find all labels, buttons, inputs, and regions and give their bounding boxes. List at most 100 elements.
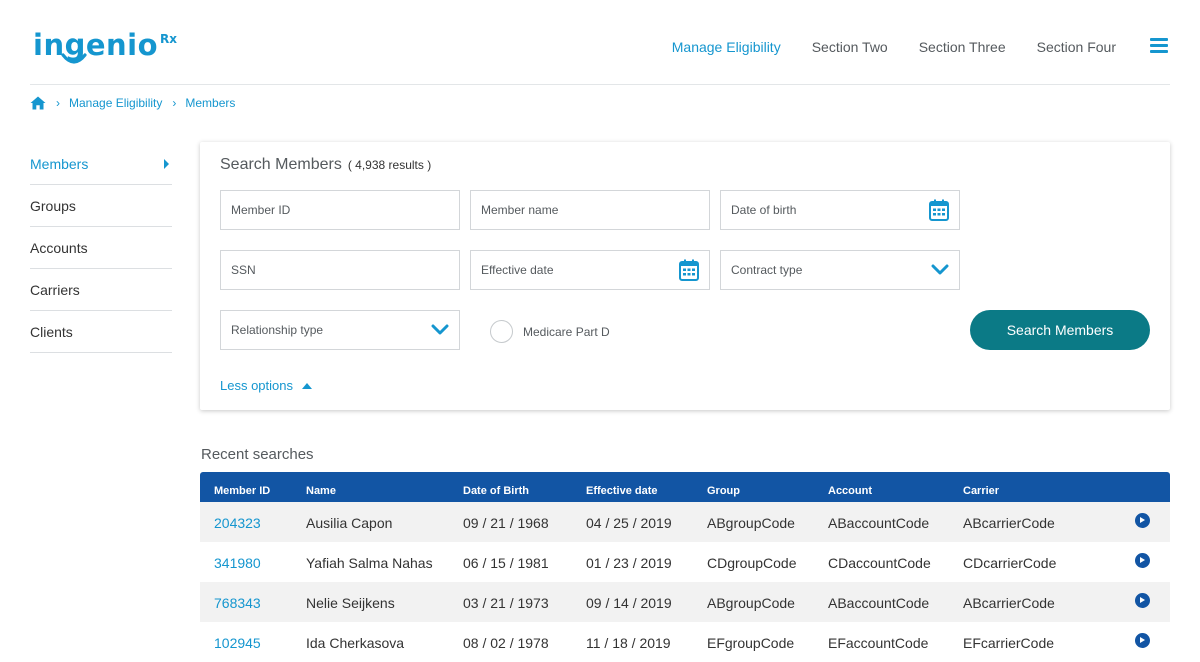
search-members-button[interactable]: Search Members bbox=[970, 310, 1150, 350]
carrier-cell: ABcarrierCode bbox=[963, 515, 1055, 531]
contract-type-placeholder: Contract type bbox=[731, 263, 803, 277]
sidebar-item-label: Groups bbox=[30, 197, 76, 214]
ssn-field[interactable]: SSN bbox=[220, 250, 460, 290]
breadcrumb: › Manage Eligibility › Members bbox=[30, 96, 235, 110]
search-title: Search Members bbox=[220, 156, 342, 173]
breadcrumb-manage-eligibility[interactable]: Manage Eligibility bbox=[69, 96, 162, 110]
sidebar-item-label: Members bbox=[30, 155, 89, 172]
recent-searches-title: Recent searches bbox=[201, 446, 314, 463]
account-cell: ABaccountCode bbox=[828, 595, 930, 611]
effective-date-cell: 01 / 23 / 2019 bbox=[586, 555, 672, 571]
group-cell: CDgroupCode bbox=[707, 555, 797, 571]
logo-smile-icon bbox=[61, 53, 87, 64]
member-id-placeholder: Member ID bbox=[231, 203, 291, 217]
effective-date-placeholder: Effective date bbox=[481, 263, 554, 277]
carrier-cell: EFcarrierCode bbox=[963, 635, 1055, 651]
column-header[interactable]: Member ID bbox=[214, 485, 270, 497]
main-nav: Manage Eligibility Section Two Section T… bbox=[641, 39, 1116, 55]
table-row[interactable]: 102945 Ida Cherkasova 08 / 02 / 1978 11 … bbox=[200, 622, 1170, 662]
member-id-field[interactable]: Member ID bbox=[220, 190, 460, 230]
member-name-field[interactable]: Member name bbox=[470, 190, 710, 230]
relationship-type-placeholder: Relationship type bbox=[231, 323, 324, 337]
search-members-panel: Search Members ( 4,938 results ) Member I… bbox=[200, 142, 1170, 410]
carrier-cell: ABcarrierCode bbox=[963, 595, 1055, 611]
member-id-link[interactable]: 102945 bbox=[214, 635, 261, 651]
medicare-part-d-option[interactable]: Medicare Part D bbox=[490, 320, 610, 343]
sidebar-item-carriers[interactable]: Carriers bbox=[30, 269, 172, 311]
calendar-icon[interactable] bbox=[679, 259, 699, 281]
hamburger-icon[interactable] bbox=[1150, 38, 1170, 56]
account-cell: EFaccountCode bbox=[828, 635, 929, 651]
column-header[interactable]: Carrier bbox=[963, 485, 999, 497]
breadcrumb-members[interactable]: Members bbox=[185, 96, 235, 110]
table-row[interactable]: 341980 Yafiah Salma Nahas 06 / 15 / 1981… bbox=[200, 542, 1170, 582]
nav-manage-eligibility[interactable]: Manage Eligibility bbox=[672, 39, 781, 55]
member-name-cell: Yafiah Salma Nahas bbox=[306, 555, 433, 571]
sidebar: Members Groups Accounts Carriers Clients bbox=[30, 143, 172, 353]
sidebar-item-label: Clients bbox=[30, 323, 73, 340]
column-header[interactable]: Effective date bbox=[586, 485, 658, 497]
date-of-birth-placeholder: Date of birth bbox=[731, 203, 797, 217]
member-name-cell: Ausilia Capon bbox=[306, 515, 393, 531]
dob-cell: 09 / 21 / 1968 bbox=[463, 515, 549, 531]
account-cell: ABaccountCode bbox=[828, 515, 930, 531]
medicare-part-d-radio[interactable] bbox=[490, 320, 513, 343]
arrow-circle-right-icon[interactable] bbox=[1135, 553, 1150, 568]
calendar-icon[interactable] bbox=[929, 199, 949, 221]
nav-section-three[interactable]: Section Three bbox=[919, 39, 1006, 55]
account-cell: CDaccountCode bbox=[828, 555, 931, 571]
recent-searches-table: Member ID Name Date of Birth Effective d… bbox=[200, 472, 1170, 662]
less-options-toggle[interactable]: Less options bbox=[220, 378, 312, 393]
member-id-link[interactable]: 204323 bbox=[214, 515, 261, 531]
caret-right-icon bbox=[164, 158, 169, 169]
effective-date-field[interactable]: Effective date bbox=[470, 250, 710, 290]
logo-superscript: Rx bbox=[160, 32, 178, 46]
member-name-placeholder: Member name bbox=[481, 203, 559, 217]
column-header[interactable]: Account bbox=[828, 485, 872, 497]
breadcrumb-separator: › bbox=[172, 96, 177, 110]
results-count: ( 4,938 results ) bbox=[347, 158, 432, 172]
column-header[interactable]: Group bbox=[707, 485, 740, 497]
group-cell: ABgroupCode bbox=[707, 595, 795, 611]
member-id-link[interactable]: 768343 bbox=[214, 595, 261, 611]
chevron-down-icon bbox=[931, 264, 949, 275]
page-header: ingenio Rx Manage Eligibility Section Tw… bbox=[30, 0, 1170, 85]
medicare-part-d-label: Medicare Part D bbox=[523, 324, 610, 339]
dob-cell: 08 / 02 / 1978 bbox=[463, 635, 549, 651]
ingenio-rx-logo[interactable]: ingenio Rx bbox=[33, 30, 177, 70]
nav-section-four[interactable]: Section Four bbox=[1037, 39, 1116, 55]
table-header: Member ID Name Date of Birth Effective d… bbox=[200, 472, 1170, 502]
less-options-label: Less options bbox=[220, 378, 293, 393]
arrow-circle-right-icon[interactable] bbox=[1135, 633, 1150, 648]
contract-type-select[interactable]: Contract type bbox=[720, 250, 960, 290]
table-row[interactable]: 204323 Ausilia Capon 09 / 21 / 1968 04 /… bbox=[200, 502, 1170, 542]
sidebar-item-members[interactable]: Members bbox=[30, 143, 172, 185]
logo-text: ingenio bbox=[33, 28, 159, 62]
date-of-birth-field[interactable]: Date of birth bbox=[720, 190, 960, 230]
member-name-cell: Nelie Seijkens bbox=[306, 595, 395, 611]
caret-up-icon bbox=[302, 382, 312, 389]
sidebar-item-groups[interactable]: Groups bbox=[30, 185, 172, 227]
nav-section-two[interactable]: Section Two bbox=[812, 39, 888, 55]
sidebar-item-clients[interactable]: Clients bbox=[30, 311, 172, 353]
effective-date-cell: 04 / 25 / 2019 bbox=[586, 515, 672, 531]
arrow-circle-right-icon[interactable] bbox=[1135, 593, 1150, 608]
sidebar-item-accounts[interactable]: Accounts bbox=[30, 227, 172, 269]
dob-cell: 03 / 21 / 1973 bbox=[463, 595, 549, 611]
dob-cell: 06 / 15 / 1981 bbox=[463, 555, 549, 571]
relationship-type-select[interactable]: Relationship type bbox=[220, 310, 460, 350]
carrier-cell: CDcarrierCode bbox=[963, 555, 1057, 571]
table-row[interactable]: 768343 Nelie Seijkens 03 / 21 / 1973 09 … bbox=[200, 582, 1170, 622]
member-id-link[interactable]: 341980 bbox=[214, 555, 261, 571]
sidebar-item-label: Carriers bbox=[30, 281, 80, 298]
column-header[interactable]: Date of Birth bbox=[463, 485, 529, 497]
sidebar-item-label: Accounts bbox=[30, 239, 88, 256]
member-name-cell: Ida Cherkasova bbox=[306, 635, 405, 651]
group-cell: ABgroupCode bbox=[707, 515, 795, 531]
arrow-circle-right-icon[interactable] bbox=[1135, 513, 1150, 528]
ssn-placeholder: SSN bbox=[231, 263, 256, 277]
group-cell: EFgroupCode bbox=[707, 635, 795, 651]
column-header[interactable]: Name bbox=[306, 485, 336, 497]
breadcrumb-separator: › bbox=[56, 96, 60, 110]
home-icon[interactable] bbox=[30, 96, 46, 110]
